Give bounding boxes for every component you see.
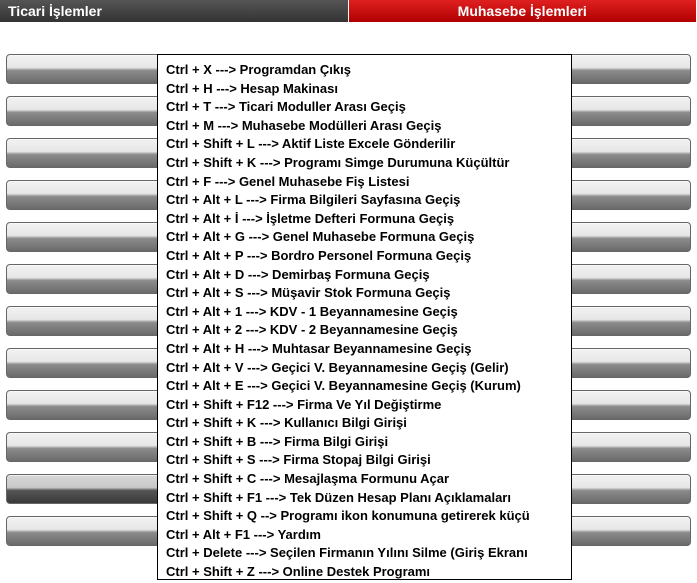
shortcut-line: Ctrl + Shift + S ---> Firma Stopaj Bilgi… (166, 451, 563, 470)
shortcut-line: Ctrl + H ---> Hesap Makinası (166, 80, 563, 99)
shortcut-line: Ctrl + Shift + K ---> Programı Simge Dur… (166, 154, 563, 173)
shortcut-line: Ctrl + Alt + V ---> Geçici V. Beyannames… (166, 359, 563, 378)
shortcut-line: Ctrl + Shift + Q --> Programı ikon konum… (166, 507, 563, 526)
shortcut-line: Ctrl + Shift + C ---> Mesajlaşma Formunu… (166, 470, 563, 489)
shortcut-line: Ctrl + M ---> Muhasebe Modülleri Arası G… (166, 117, 563, 136)
shortcut-line: Ctrl + Alt + F1 ---> Yardım (166, 526, 563, 545)
shortcut-line: Ctrl + Shift + B ---> Firma Bilgi Girişi (166, 433, 563, 452)
shortcut-line: Ctrl + T ---> Ticari Moduller Arası Geçi… (166, 98, 563, 117)
shortcut-line: Ctrl + Alt + D ---> Demirbaş Formuna Geç… (166, 266, 563, 285)
shortcut-line: Ctrl + Alt + S ---> Müşavir Stok Formuna… (166, 284, 563, 303)
tab-accounting-label: Muhasebe İşlemleri (458, 3, 587, 19)
shortcut-line: Ctrl + Alt + İ ---> İşletme Defteri Form… (166, 210, 563, 229)
shortcut-line: Ctrl + Shift + K ---> Kullanıcı Bilgi Gi… (166, 414, 563, 433)
tab-commercial[interactable]: Ticari İşlemler (0, 0, 349, 22)
shortcut-line: Ctrl + Shift + F12 ---> Firma Ve Yıl Değ… (166, 396, 563, 415)
tab-accounting[interactable]: Muhasebe İşlemleri (349, 0, 697, 22)
shortcut-line: Ctrl + Shift + L ---> Aktif Liste Excele… (166, 135, 563, 154)
shortcut-line: Ctrl + X ---> Programdan Çıkış (166, 61, 563, 80)
shortcut-line: Ctrl + Alt + L ---> Firma Bilgileri Sayf… (166, 191, 563, 210)
shortcut-line: Ctrl + Alt + E ---> Geçici V. Beyannames… (166, 377, 563, 396)
shortcut-line: Ctrl + F ---> Genel Muhasebe Fiş Listesi (166, 173, 563, 192)
shortcut-line: Ctrl + Alt + H ---> Muhtasar Beyannamesi… (166, 340, 563, 359)
tab-commercial-label: Ticari İşlemler (8, 3, 102, 19)
shortcut-line: Ctrl + Shift + F1 ---> Tek Düzen Hesap P… (166, 489, 563, 508)
shortcut-help-panel: Ctrl + X ---> Programdan Çıkış Ctrl + H … (157, 54, 572, 580)
shortcut-line: Ctrl + Alt + 1 ---> KDV - 1 Beyannamesin… (166, 303, 563, 322)
shortcut-line: Ctrl + Shift + Z ---> Online Destek Prog… (166, 563, 563, 580)
shortcut-line: Ctrl + Alt + 2 ---> KDV - 2 Beyannamesin… (166, 321, 563, 340)
shortcut-line: Ctrl + Alt + G ---> Genel Muhasebe Formu… (166, 228, 563, 247)
shortcut-line: Ctrl + Delete ---> Seçilen Firmanın Yılı… (166, 544, 563, 563)
shortcut-line: Ctrl + Alt + P ---> Bordro Personel Form… (166, 247, 563, 266)
